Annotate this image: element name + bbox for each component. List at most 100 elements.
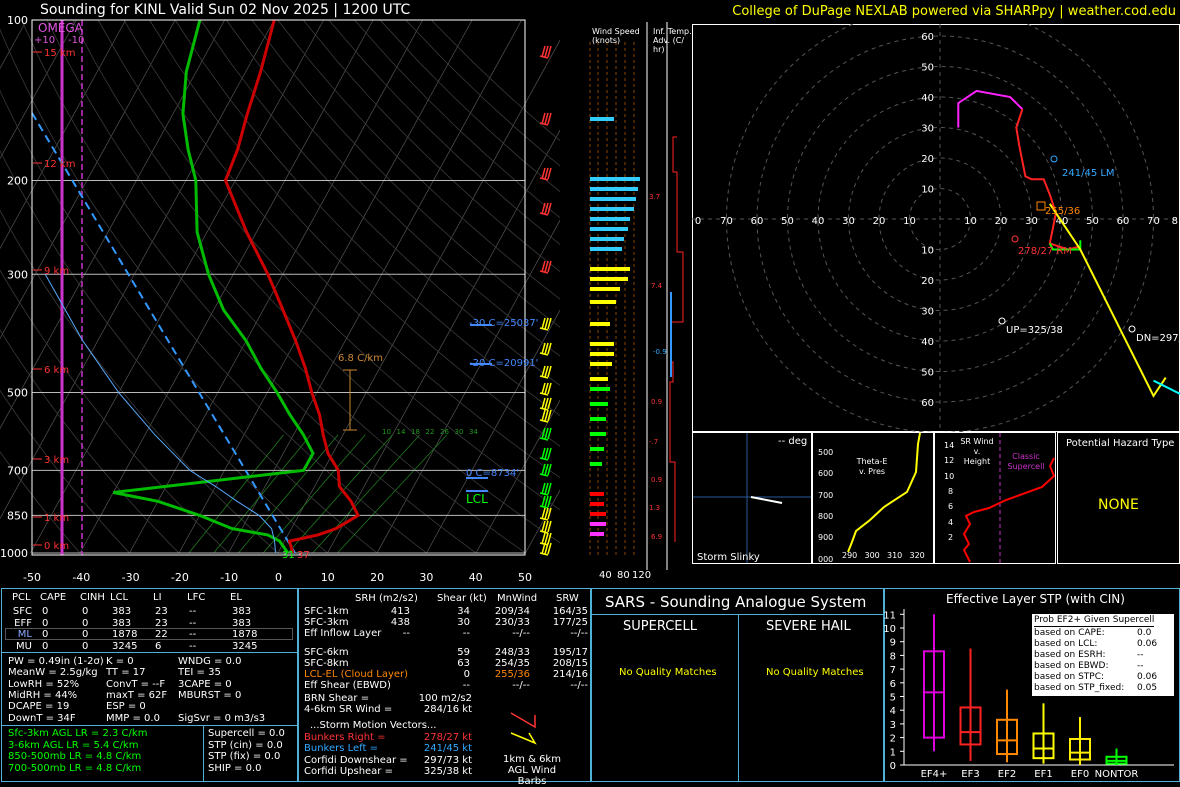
parcel-cell: 3245 xyxy=(112,641,137,652)
index-cell: TT = 17 xyxy=(106,667,146,678)
height-label: 1 km xyxy=(44,513,69,524)
parcel-cell: SFC xyxy=(13,606,32,617)
parcel-cell: 0 xyxy=(82,606,88,617)
wind-barb-flag xyxy=(542,533,545,544)
temp-tick: -20 xyxy=(171,571,189,584)
kin-value: -- xyxy=(463,628,470,639)
parcel-cell: 0 xyxy=(42,618,48,629)
wind-barb xyxy=(540,113,551,125)
wind-barb xyxy=(540,521,551,533)
height-label: 12 km xyxy=(44,159,75,170)
wind-barb-flag xyxy=(545,318,548,329)
kin-value: 230/33 xyxy=(495,617,530,628)
hodo-ring-label: 60 xyxy=(921,32,934,43)
sr-wind-y-tick: 12 xyxy=(944,455,954,466)
stp-y-label: 9 xyxy=(890,638,896,649)
hodo-ring-label: 10 xyxy=(921,185,934,196)
hodo-rm-marker xyxy=(1012,236,1018,242)
parcel-cell: 3245 xyxy=(232,641,257,652)
hodo-x-tick: 70 xyxy=(720,216,733,227)
stp-y-label: 4 xyxy=(890,706,896,717)
wind-barb xyxy=(540,483,551,495)
wind-speed-bar xyxy=(590,502,604,506)
lapse-rate-label: 6.8 C/km xyxy=(338,353,383,364)
kin-value: --/-- xyxy=(512,628,530,639)
divider xyxy=(203,725,204,782)
mixing-ratio-label: 26 xyxy=(440,428,449,436)
wind-barb-flag xyxy=(545,168,548,179)
wind-speed-bar xyxy=(590,462,602,466)
wind-speed-bar xyxy=(590,207,634,211)
wind-barb-flag xyxy=(542,343,545,354)
sr-wind-y-tick: 4 xyxy=(948,517,953,528)
stp-category: NONTOR xyxy=(1095,769,1139,780)
wind-barb-flag xyxy=(548,366,551,377)
kin-value: 63 xyxy=(457,658,470,669)
stp-y-label: 5 xyxy=(890,693,896,704)
theta-y-tick: 900 xyxy=(818,532,833,543)
wind-barb-shaft xyxy=(540,493,548,495)
hodo-rm-label: 278/27 RM xyxy=(1018,246,1072,257)
theta-y-tick: 800 xyxy=(818,511,833,522)
wind-barb xyxy=(540,398,551,410)
wind-barb-flag xyxy=(548,543,551,554)
kin-value: 208/15 xyxy=(553,658,588,669)
lapse-rate-text: 700-500mb LR = 4.8 C/km xyxy=(8,763,141,774)
hazard-value: NONE xyxy=(1098,497,1139,513)
wind-barb-flag xyxy=(548,483,551,494)
storm-motion-value: 325/38 kt xyxy=(424,766,472,777)
kin-header: MnWind xyxy=(497,593,537,604)
kin-value: --/-- xyxy=(570,628,588,639)
hodo-ring-label: 50 xyxy=(921,63,934,74)
hazard-title: Potential Hazard Type xyxy=(1066,438,1174,449)
wind-barb-shaft xyxy=(540,518,548,520)
theta-y-tick: 500 xyxy=(818,447,833,458)
sars-title: SARS - Sounding Analogue System xyxy=(605,594,866,611)
parcel-header: LCL xyxy=(110,592,128,603)
wind-barb-flag xyxy=(545,521,548,532)
pressure-tick: 1000 xyxy=(0,547,28,560)
theta-x-tick: 300 xyxy=(865,550,880,561)
wind-barb-flag xyxy=(545,533,548,544)
kin-value: 413 xyxy=(391,606,410,617)
hodo-x-tick: 8 xyxy=(1172,216,1178,227)
divider xyxy=(2,652,297,653)
mixing-ratio-label: 22 xyxy=(426,428,435,436)
inf-adv-value: 0.9 xyxy=(651,476,662,484)
kin-header: Shear (kt) xyxy=(437,593,487,604)
hodo-ring-label: 10 xyxy=(921,246,934,257)
wind-speed-bar xyxy=(590,247,622,251)
hodo-ring-label: 20 xyxy=(921,154,934,165)
height-label: 0 km xyxy=(44,541,69,552)
parcel-header: CINH xyxy=(80,592,105,603)
kin-label: SFC-1km xyxy=(304,606,349,617)
parcel-cell: -- xyxy=(189,606,196,617)
wind-barb-flag xyxy=(548,448,551,459)
parcel-cell: -- xyxy=(189,618,196,629)
composite-index: STP (fix) = 0.0 xyxy=(208,751,280,762)
index-cell: DCAPE = 19 xyxy=(8,701,69,712)
hodo-x-tick: 60 xyxy=(751,216,764,227)
level-minus30: -30 C=25037' xyxy=(469,318,538,329)
sars-hail: SEVERE HAIL xyxy=(766,619,851,634)
dry-adiabat xyxy=(21,20,476,553)
wind-speed-bar xyxy=(590,287,620,291)
kin-value: -- xyxy=(403,628,410,639)
wind-speed-bar xyxy=(590,300,616,304)
pressure-tick: 500 xyxy=(7,387,28,400)
isotherm xyxy=(0,20,274,553)
omega-label: OMEGA xyxy=(38,23,83,34)
kin-value: 195/17 xyxy=(553,647,588,658)
wind-barb-flag xyxy=(542,448,545,459)
storm-motion-label: Bunkers Right = xyxy=(304,732,386,743)
agl-wind-barbs xyxy=(505,705,545,750)
storm-motion-label: Corfidi Upshear = xyxy=(304,766,393,777)
omega-plus: +10 xyxy=(34,35,55,46)
inf-adv-value: 6.9 xyxy=(651,533,662,541)
wind-barb-flag xyxy=(548,521,551,532)
index-cell: DownT = 34F xyxy=(8,713,76,724)
hodo-trace-magenta xyxy=(958,91,1022,128)
kin-value: 254/35 xyxy=(495,658,530,669)
parcel-cell: 6 xyxy=(155,641,161,652)
hodo-dn-label: DN=297/ xyxy=(1136,333,1180,344)
